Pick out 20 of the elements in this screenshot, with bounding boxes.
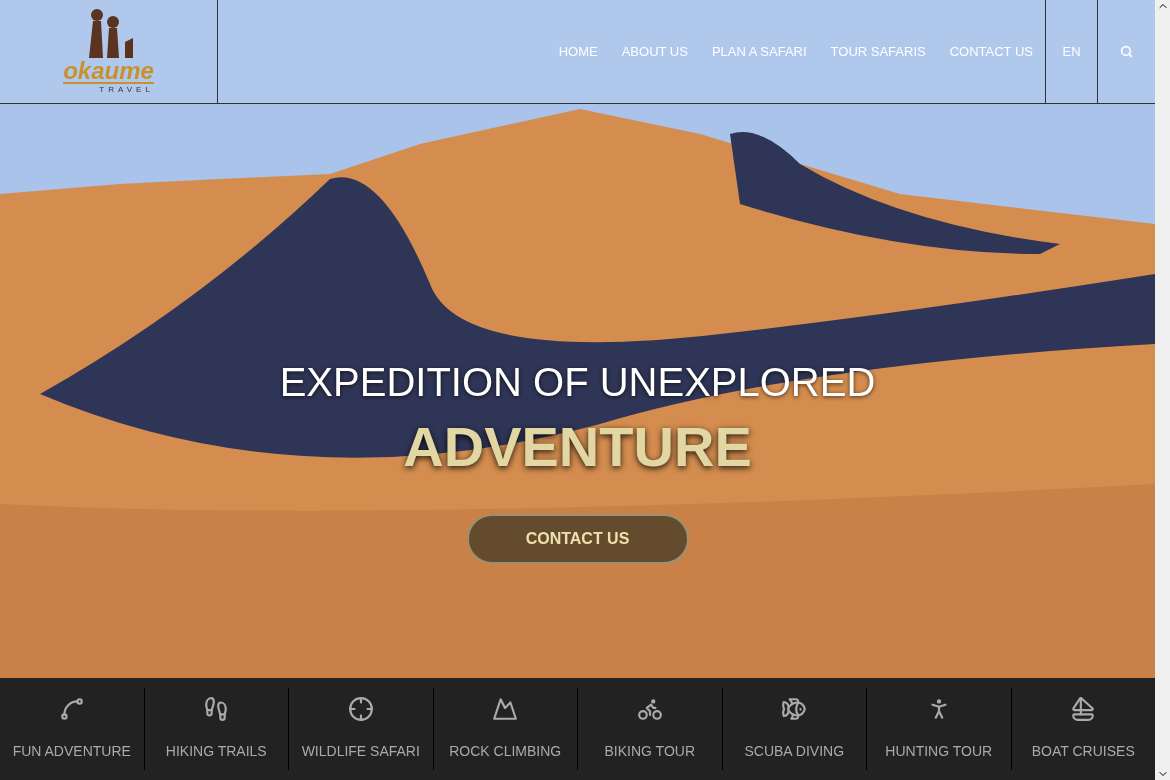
activity-link[interactable]: FUN ADVENTURE <box>12 741 131 762</box>
crosshair-icon <box>347 696 374 722</box>
contact-button[interactable]: CONTACT US <box>466 514 689 564</box>
activity-link[interactable]: HUNTING TOUR <box>885 741 993 762</box>
mountain-icon <box>492 696 519 722</box>
logo-tagline: TRAVEL <box>99 83 154 96</box>
search-button[interactable] <box>1120 45 1133 58</box>
bicycle-icon <box>636 696 663 722</box>
logo[interactable]: okaume TRAVEL <box>63 7 154 96</box>
activity-link[interactable]: ROCK CLIMBING <box>449 741 562 762</box>
activity-link[interactable]: SCUBA DIVING <box>744 741 845 762</box>
activity-link[interactable]: BIKING TOUR <box>604 741 695 762</box>
fish-icon <box>781 696 808 722</box>
activity-link[interactable]: BOAT CRUISES <box>1031 741 1135 762</box>
sailboat-icon <box>1070 696 1097 722</box>
logo-wordmark: okaume <box>63 59 154 84</box>
activity-link[interactable]: HIKING TRAILS <box>165 741 267 762</box>
hero-highlight: ADVENTURE <box>403 414 752 480</box>
activity-link[interactable]: WILDLIFE SAFARI <box>301 741 420 762</box>
footprints-icon <box>203 696 230 722</box>
